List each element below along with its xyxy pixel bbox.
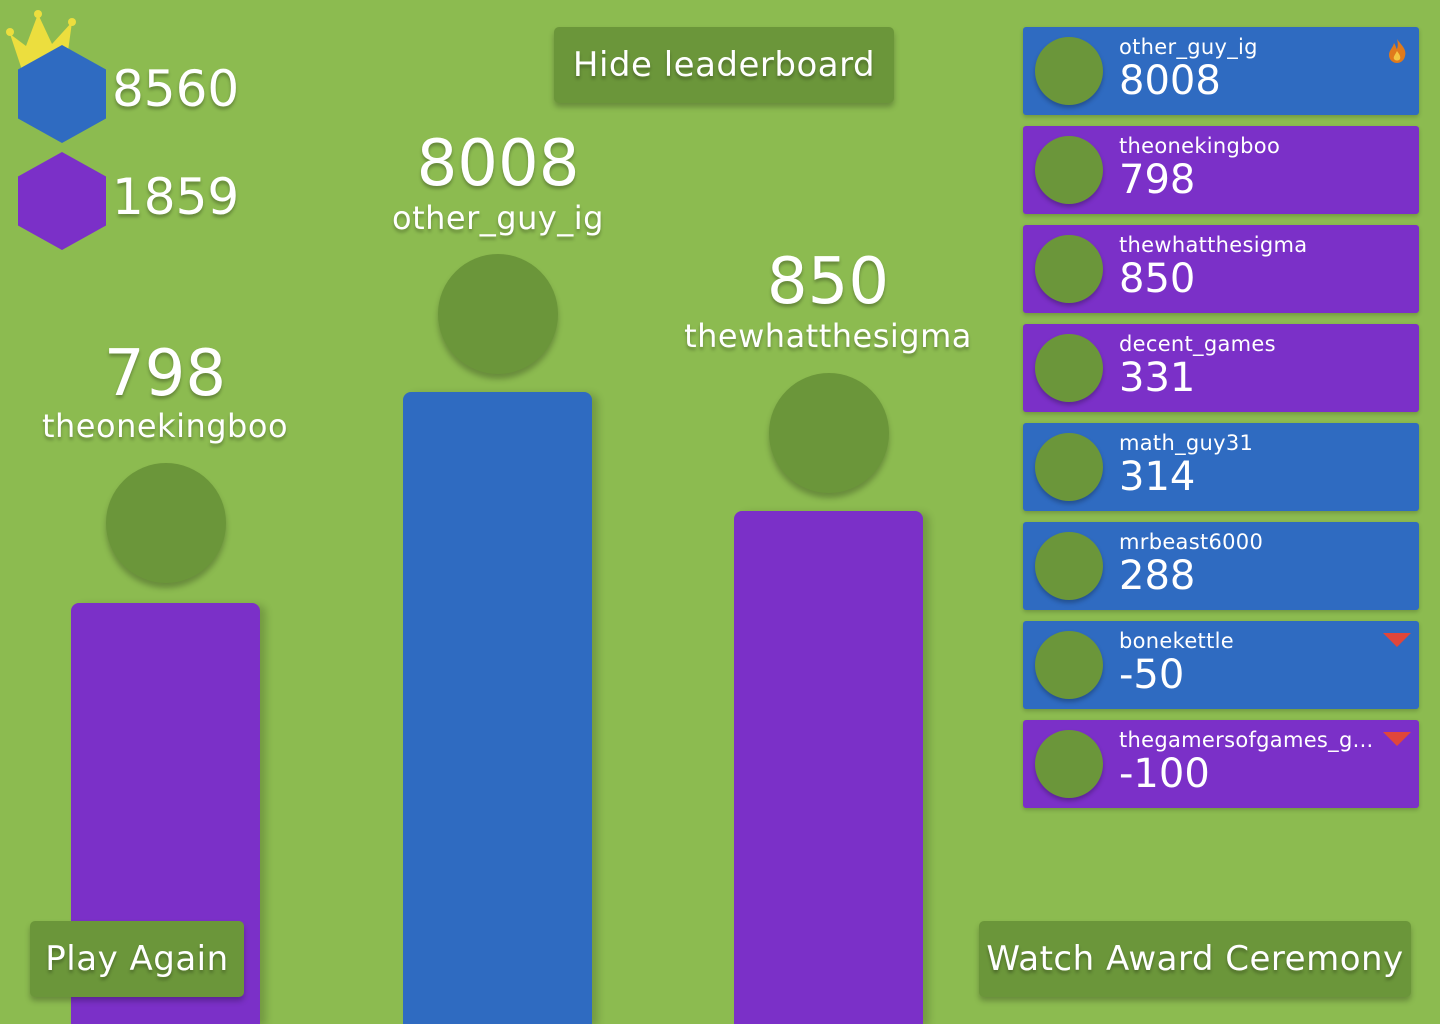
player-name: decent_games	[1119, 332, 1276, 356]
team-blue-score: 8560	[112, 60, 240, 118]
player-avatar	[1035, 631, 1103, 699]
player-score: 798	[1119, 157, 1196, 203]
player-avatar	[1035, 136, 1103, 204]
leaderboard-row: decent_games 331	[1023, 324, 1419, 412]
player-name: theonekingboo	[1119, 134, 1281, 158]
player-score: 314	[1119, 454, 1196, 500]
podium-3-score: 850	[766, 245, 890, 319]
podium-2-avatar	[106, 463, 226, 583]
player-avatar	[1035, 730, 1103, 798]
player-score: -50	[1119, 652, 1185, 698]
leaderboard-row: theonekingboo 798	[1023, 126, 1419, 214]
leaderboard-row: mrbeast6000 288	[1023, 522, 1419, 610]
player-avatar	[1035, 433, 1103, 501]
player-name: math_guy31	[1119, 431, 1254, 455]
player-score: 850	[1119, 256, 1196, 302]
player-name: mrbeast6000	[1119, 530, 1264, 554]
hide-leaderboard-button[interactable]: Hide leaderboard	[554, 27, 894, 103]
player-score: 331	[1119, 355, 1196, 401]
play-again-button[interactable]: Play Again	[30, 921, 244, 997]
leaderboard-row: bonekettle -50	[1023, 621, 1419, 709]
podium-1-score: 8008	[416, 127, 580, 201]
player-avatar	[1035, 334, 1103, 402]
player-score: -100	[1119, 751, 1210, 797]
podium-1-name: other_guy_ig	[392, 199, 604, 237]
player-avatar	[1035, 37, 1103, 105]
player-name: thewhatthesigma	[1119, 233, 1308, 257]
watch-award-ceremony-button[interactable]: Watch Award Ceremony	[979, 921, 1411, 997]
leaderboard-row: thegamersofgames_g... -100	[1023, 720, 1419, 808]
leaderboard-row: thewhatthesigma 850	[1023, 225, 1419, 313]
down-arrow-icon	[1383, 633, 1411, 647]
player-score: 288	[1119, 553, 1196, 599]
podium-3-name: thewhatthesigma	[684, 317, 972, 355]
podium-3-bar	[734, 511, 923, 1024]
player-avatar	[1035, 235, 1103, 303]
podium-1-bar	[403, 392, 592, 1024]
player-name: bonekettle	[1119, 629, 1234, 653]
down-arrow-icon	[1383, 732, 1411, 746]
player-name: thegamersofgames_g...	[1119, 728, 1374, 752]
purple-hexagon-icon	[18, 152, 106, 250]
player-score: 8008	[1119, 58, 1221, 104]
player-name: other_guy_ig	[1119, 35, 1258, 59]
podium-1-avatar	[438, 254, 558, 374]
flame-icon	[1389, 39, 1406, 63]
team-purple-score: 1859	[112, 168, 240, 226]
player-avatar	[1035, 532, 1103, 600]
leaderboard-row: math_guy31 314	[1023, 423, 1419, 511]
podium-2-score: 798	[103, 337, 227, 411]
leaderboard-row: other_guy_ig 8008	[1023, 27, 1419, 115]
podium-3-avatar	[769, 373, 889, 493]
podium-2-name: theonekingboo	[41, 407, 289, 445]
